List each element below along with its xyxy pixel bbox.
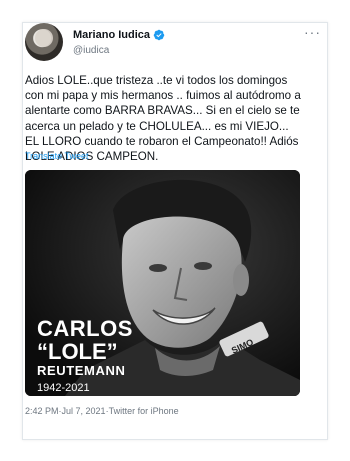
author-handle[interactable]: @iudica xyxy=(73,44,165,58)
more-horizontal-icon[interactable]: ··· xyxy=(304,25,321,39)
tweet-metadata: 2:42 PM · Jul 7, 2021 · Twitter for iPho… xyxy=(25,406,179,416)
tweet-header: Mariano Iudica @iudica ··· xyxy=(25,23,325,63)
caption-first-name: CARLOS xyxy=(37,316,133,341)
author-info[interactable]: Mariano Iudica @iudica xyxy=(73,26,165,58)
avatar[interactable] xyxy=(25,23,63,61)
image-caption: CARLOS “LOLE” REUTEMANN 1942-2021 xyxy=(37,318,133,395)
tweet-media-image[interactable]: SIMO CARLOS “LOLE” REUTEMANN 1942-2021 xyxy=(25,170,300,396)
caption-last-name: REUTEMANN xyxy=(37,363,126,378)
caption-nickname: “LOLE” xyxy=(37,339,118,364)
tweet-source[interactable]: Twitter for iPhone xyxy=(109,406,179,416)
tweet-date[interactable]: Jul 7, 2021 xyxy=(62,406,106,416)
caption-years: 1942-2021 xyxy=(37,382,90,394)
author-display-name[interactable]: Mariano Iudica xyxy=(73,28,150,42)
tweet-time[interactable]: 2:42 PM xyxy=(25,406,59,416)
translate-tweet-link[interactable]: Translate Tweet xyxy=(25,151,89,161)
verified-badge-icon xyxy=(153,29,165,41)
